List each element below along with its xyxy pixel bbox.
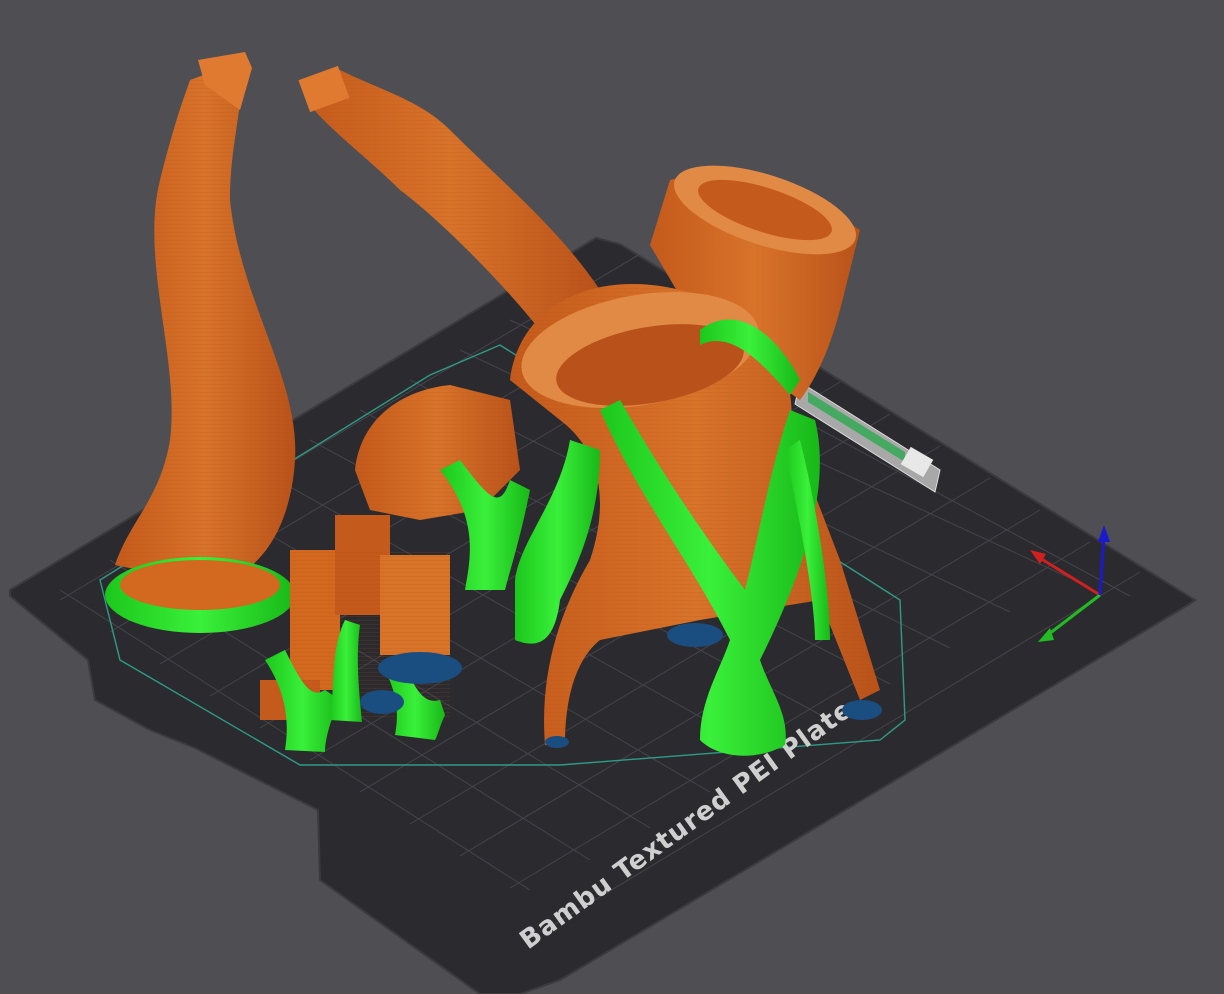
3d-viewport[interactable]: Bambu Textured PEI Plate [0, 0, 1224, 994]
left-leg-model[interactable] [115, 52, 296, 585]
left-leg-support [105, 557, 295, 633]
arm-model[interactable] [298, 65, 600, 330]
